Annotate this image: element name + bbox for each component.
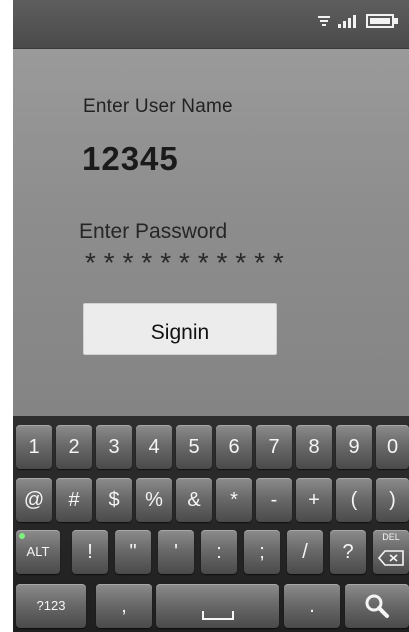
password-field[interactable]: ***********: [82, 251, 289, 282]
key-period[interactable]: .: [284, 584, 340, 628]
key-close-paren[interactable]: ): [376, 478, 409, 522]
backspace-icon: [378, 550, 404, 566]
key-slash[interactable]: /: [287, 530, 323, 574]
password-label: Enter Password: [79, 220, 228, 243]
key-ampersand[interactable]: &: [176, 478, 212, 522]
key-1[interactable]: 1: [16, 425, 52, 469]
symbols-key[interactable]: ?123: [16, 584, 86, 628]
key-9[interactable]: 9: [336, 425, 372, 469]
key-hash[interactable]: #: [56, 478, 92, 522]
login-form: Enter User Name 12345 Enter Password ***…: [13, 49, 409, 416]
signin-button[interactable]: Signin: [83, 303, 277, 355]
alt-key[interactable]: ALT: [16, 530, 60, 574]
key-colon[interactable]: :: [201, 530, 237, 574]
key-percent[interactable]: %: [136, 478, 172, 522]
search-key[interactable]: [345, 584, 409, 628]
key-5[interactable]: 5: [176, 425, 212, 469]
alt-key-label: ALT: [26, 544, 50, 559]
key-7[interactable]: 7: [256, 425, 292, 469]
key-asterisk[interactable]: *: [216, 478, 252, 522]
key-2[interactable]: 2: [56, 425, 92, 469]
key-at[interactable]: @: [16, 478, 52, 522]
key-plus[interactable]: +: [296, 478, 332, 522]
key-comma[interactable]: ,: [96, 584, 152, 628]
key-3[interactable]: 3: [96, 425, 132, 469]
key-double-quote[interactable]: ": [115, 530, 151, 574]
status-bar: [13, 0, 409, 49]
phone-screen: Enter User Name 12345 Enter Password ***…: [13, 0, 409, 632]
soft-keyboard: 1 2 3 4 5 6 7 8 9 0 @ # $ % & * - + ( ) …: [13, 416, 409, 632]
key-0[interactable]: 0: [376, 425, 409, 469]
key-8[interactable]: 8: [296, 425, 332, 469]
key-4[interactable]: 4: [136, 425, 172, 469]
wifi-icon: [318, 16, 330, 26]
space-key[interactable]: [156, 584, 279, 628]
space-bar-icon: [201, 611, 234, 620]
battery-icon: [366, 14, 398, 28]
key-exclamation[interactable]: !: [72, 530, 108, 574]
delete-key[interactable]: DEL: [373, 530, 409, 574]
username-label: Enter User Name: [83, 96, 233, 117]
key-open-paren[interactable]: (: [336, 478, 372, 522]
delete-key-label: DEL: [382, 532, 400, 542]
key-apostrophe[interactable]: ': [158, 530, 194, 574]
key-minus[interactable]: -: [256, 478, 292, 522]
key-6[interactable]: 6: [216, 425, 252, 469]
alt-indicator-icon: [19, 533, 25, 539]
key-dollar[interactable]: $: [96, 478, 132, 522]
key-question[interactable]: ?: [330, 530, 366, 574]
signal-icon: [338, 15, 356, 28]
username-field[interactable]: 12345: [82, 140, 179, 178]
search-icon: [365, 594, 389, 618]
key-semicolon[interactable]: ;: [244, 530, 280, 574]
